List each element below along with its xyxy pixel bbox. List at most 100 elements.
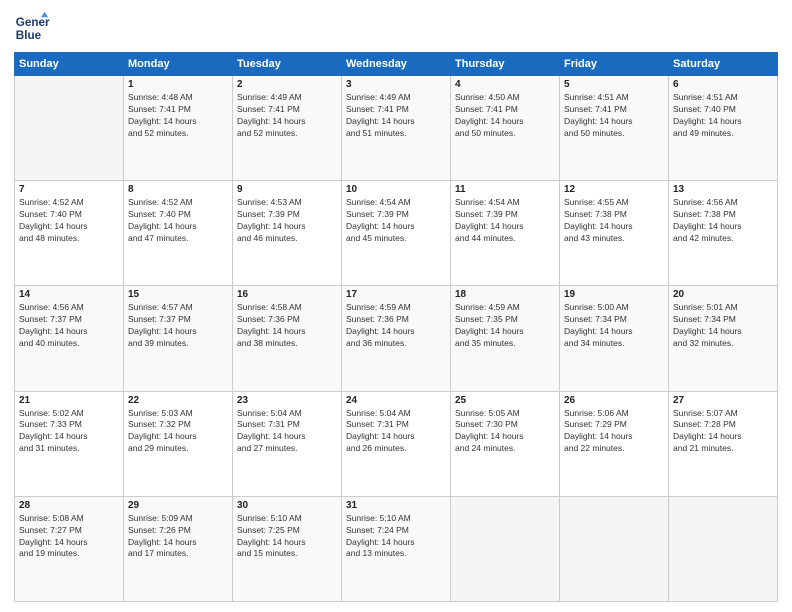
cell-content: Sunrise: 5:03 AMSunset: 7:32 PMDaylight:…	[128, 408, 228, 456]
calendar-cell: 12 Sunrise: 4:55 AMSunset: 7:38 PMDayligh…	[560, 181, 669, 286]
calendar-cell	[560, 496, 669, 601]
calendar-cell: 2 Sunrise: 4:49 AMSunset: 7:41 PMDaylight…	[233, 76, 342, 181]
calendar-cell: 6 Sunrise: 4:51 AMSunset: 7:40 PMDaylight…	[669, 76, 778, 181]
day-number: 22	[128, 395, 228, 406]
calendar-cell: 30 Sunrise: 5:10 AMSunset: 7:25 PMDayligh…	[233, 496, 342, 601]
cell-content: Sunrise: 5:02 AMSunset: 7:33 PMDaylight:…	[19, 408, 119, 456]
day-number: 9	[237, 184, 337, 195]
calendar-day-header: Friday	[560, 53, 669, 76]
day-number: 21	[19, 395, 119, 406]
cell-content: Sunrise: 4:50 AMSunset: 7:41 PMDaylight:…	[455, 92, 555, 140]
cell-content: Sunrise: 5:01 AMSunset: 7:34 PMDaylight:…	[673, 302, 773, 350]
calendar-day-header: Monday	[124, 53, 233, 76]
svg-text:General: General	[16, 16, 50, 29]
calendar-cell: 11Sunrise: 4:54 AMSunset: 7:39 PMDayligh…	[451, 181, 560, 286]
calendar-week-row: 7Sunrise: 4:52 AMSunset: 7:40 PMDaylight…	[15, 181, 778, 286]
calendar-cell: 3 Sunrise: 4:49 AMSunset: 7:41 PMDaylight…	[342, 76, 451, 181]
calendar-cell: 23 Sunrise: 5:04 AMSunset: 7:31 PMDayligh…	[233, 391, 342, 496]
calendar-table: SundayMondayTuesdayWednesdayThursdayFrid…	[14, 52, 778, 602]
calendar-cell: 14 Sunrise: 4:56 AMSunset: 7:37 PMDayligh…	[15, 286, 124, 391]
cell-content: Sunrise: 4:51 AMSunset: 7:40 PMDaylight:…	[673, 92, 773, 140]
cell-content: Sunrise: 4:54 AMSunset: 7:39 PMDaylight:…	[346, 197, 446, 245]
calendar-week-row: 1 Sunrise: 4:48 AMSunset: 7:41 PMDaylight…	[15, 76, 778, 181]
cell-content: Sunrise: 5:04 AMSunset: 7:31 PMDaylight:…	[237, 408, 337, 456]
calendar-cell	[669, 496, 778, 601]
calendar-cell: 15Sunrise: 4:57 AMSunset: 7:37 PMDayligh…	[124, 286, 233, 391]
cell-content: Sunrise: 4:59 AMSunset: 7:36 PMDaylight:…	[346, 302, 446, 350]
day-number: 5	[564, 79, 664, 90]
cell-content: Sunrise: 4:49 AMSunset: 7:41 PMDaylight:…	[237, 92, 337, 140]
cell-content: Sunrise: 4:56 AMSunset: 7:38 PMDaylight:…	[673, 197, 773, 245]
calendar-cell: 20 Sunrise: 5:01 AMSunset: 7:34 PMDayligh…	[669, 286, 778, 391]
logo-icon: General Blue	[14, 10, 50, 46]
calendar-cell: 28 Sunrise: 5:08 AMSunset: 7:27 PMDayligh…	[15, 496, 124, 601]
day-number: 13	[673, 184, 773, 195]
cell-content: Sunrise: 4:51 AMSunset: 7:41 PMDaylight:…	[564, 92, 664, 140]
cell-content: Sunrise: 4:49 AMSunset: 7:41 PMDaylight:…	[346, 92, 446, 140]
calendar-day-header: Thursday	[451, 53, 560, 76]
calendar-cell: 5 Sunrise: 4:51 AMSunset: 7:41 PMDaylight…	[560, 76, 669, 181]
day-number: 14	[19, 289, 119, 300]
day-number: 17	[346, 289, 446, 300]
calendar-week-row: 28 Sunrise: 5:08 AMSunset: 7:27 PMDayligh…	[15, 496, 778, 601]
calendar-cell: 13 Sunrise: 4:56 AMSunset: 7:38 PMDayligh…	[669, 181, 778, 286]
calendar-cell: 25 Sunrise: 5:05 AMSunset: 7:30 PMDayligh…	[451, 391, 560, 496]
day-number: 31	[346, 500, 446, 511]
cell-content: Sunrise: 4:58 AMSunset: 7:36 PMDaylight:…	[237, 302, 337, 350]
day-number: 19	[564, 289, 664, 300]
header: General Blue	[14, 10, 778, 46]
day-number: 1	[128, 79, 228, 90]
cell-content: Sunrise: 5:08 AMSunset: 7:27 PMDaylight:…	[19, 513, 119, 561]
day-number: 12	[564, 184, 664, 195]
page: General Blue SundayMondayTuesdayWednesda…	[0, 0, 792, 612]
day-number: 20	[673, 289, 773, 300]
calendar-cell	[15, 76, 124, 181]
cell-content: Sunrise: 4:52 AMSunset: 7:40 PMDaylight:…	[128, 197, 228, 245]
calendar-week-row: 14 Sunrise: 4:56 AMSunset: 7:37 PMDayligh…	[15, 286, 778, 391]
cell-content: Sunrise: 5:10 AMSunset: 7:25 PMDaylight:…	[237, 513, 337, 561]
cell-content: Sunrise: 5:07 AMSunset: 7:28 PMDaylight:…	[673, 408, 773, 456]
logo: General Blue	[14, 10, 50, 46]
cell-content: Sunrise: 4:56 AMSunset: 7:37 PMDaylight:…	[19, 302, 119, 350]
day-number: 23	[237, 395, 337, 406]
calendar-header-row: SundayMondayTuesdayWednesdayThursdayFrid…	[15, 53, 778, 76]
calendar-cell: 26Sunrise: 5:06 AMSunset: 7:29 PMDayligh…	[560, 391, 669, 496]
day-number: 4	[455, 79, 555, 90]
day-number: 3	[346, 79, 446, 90]
day-number: 18	[455, 289, 555, 300]
calendar-cell: 4 Sunrise: 4:50 AMSunset: 7:41 PMDaylight…	[451, 76, 560, 181]
day-number: 27	[673, 395, 773, 406]
day-number: 8	[128, 184, 228, 195]
day-number: 25	[455, 395, 555, 406]
cell-content: Sunrise: 4:48 AMSunset: 7:41 PMDaylight:…	[128, 92, 228, 140]
calendar-week-row: 21 Sunrise: 5:02 AMSunset: 7:33 PMDayligh…	[15, 391, 778, 496]
calendar-day-header: Tuesday	[233, 53, 342, 76]
calendar-cell: 19 Sunrise: 5:00 AMSunset: 7:34 PMDayligh…	[560, 286, 669, 391]
day-number: 24	[346, 395, 446, 406]
calendar-cell: 29 Sunrise: 5:09 AMSunset: 7:26 PMDayligh…	[124, 496, 233, 601]
calendar-cell: 22 Sunrise: 5:03 AMSunset: 7:32 PMDayligh…	[124, 391, 233, 496]
cell-content: Sunrise: 5:00 AMSunset: 7:34 PMDaylight:…	[564, 302, 664, 350]
cell-content: Sunrise: 5:04 AMSunset: 7:31 PMDaylight:…	[346, 408, 446, 456]
svg-text:Blue: Blue	[16, 29, 42, 42]
calendar-cell: 27 Sunrise: 5:07 AMSunset: 7:28 PMDayligh…	[669, 391, 778, 496]
cell-content: Sunrise: 5:05 AMSunset: 7:30 PMDaylight:…	[455, 408, 555, 456]
calendar-cell: 1 Sunrise: 4:48 AMSunset: 7:41 PMDaylight…	[124, 76, 233, 181]
day-number: 28	[19, 500, 119, 511]
day-number: 2	[237, 79, 337, 90]
calendar-cell: 8 Sunrise: 4:52 AMSunset: 7:40 PMDaylight…	[124, 181, 233, 286]
cell-content: Sunrise: 4:57 AMSunset: 7:37 PMDaylight:…	[128, 302, 228, 350]
calendar-cell	[451, 496, 560, 601]
day-number: 16	[237, 289, 337, 300]
cell-content: Sunrise: 5:10 AMSunset: 7:24 PMDaylight:…	[346, 513, 446, 561]
day-number: 6	[673, 79, 773, 90]
calendar-day-header: Wednesday	[342, 53, 451, 76]
calendar-cell: 17 Sunrise: 4:59 AMSunset: 7:36 PMDayligh…	[342, 286, 451, 391]
calendar-day-header: Saturday	[669, 53, 778, 76]
cell-content: Sunrise: 5:09 AMSunset: 7:26 PMDaylight:…	[128, 513, 228, 561]
day-number: 29	[128, 500, 228, 511]
calendar-cell: 18Sunrise: 4:59 AMSunset: 7:35 PMDayligh…	[451, 286, 560, 391]
calendar-cell: 16 Sunrise: 4:58 AMSunset: 7:36 PMDayligh…	[233, 286, 342, 391]
day-number: 30	[237, 500, 337, 511]
cell-content: Sunrise: 4:55 AMSunset: 7:38 PMDaylight:…	[564, 197, 664, 245]
